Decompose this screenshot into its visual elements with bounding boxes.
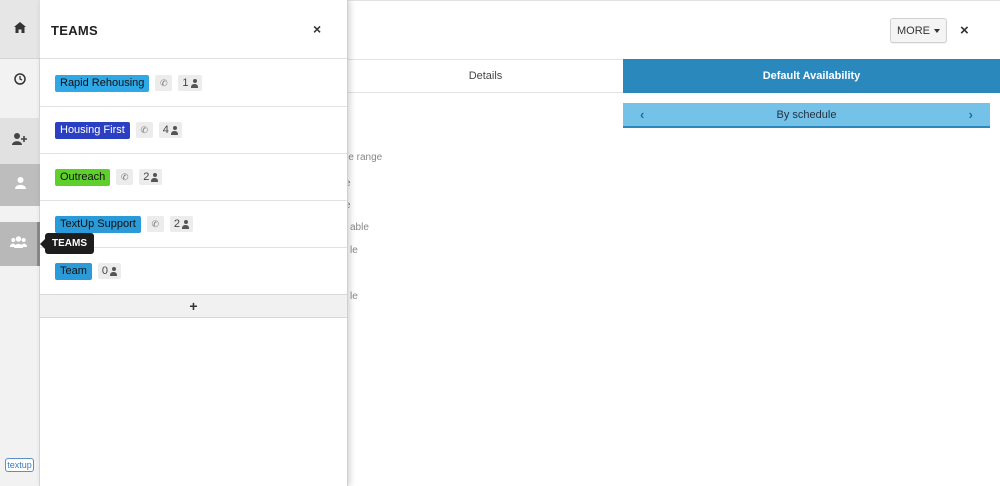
chevron-right-icon[interactable]: › — [969, 107, 973, 122]
member-count: 0 — [97, 263, 122, 279]
phone-icon[interactable]: ✆ — [116, 169, 134, 185]
nav-teams-button[interactable] — [0, 222, 40, 266]
member-count: 1 — [178, 75, 202, 91]
nav-add-contact-button[interactable] — [0, 118, 40, 164]
clock-icon — [14, 72, 26, 90]
nav-profile-button[interactable] — [0, 164, 40, 206]
member-count-value: 2 — [143, 171, 150, 183]
nav-home-button[interactable] — [0, 0, 40, 59]
teams-icon — [10, 235, 27, 253]
tab-details[interactable]: Details — [348, 60, 623, 92]
member-count-value: 0 — [101, 265, 109, 277]
textup-logo: textup — [5, 458, 34, 472]
partial-text: le — [350, 291, 358, 302]
more-button-label: MORE — [897, 24, 930, 37]
team-tag[interactable]: Rapid Rehousing — [55, 74, 150, 92]
phone-icon[interactable]: ✆ — [135, 122, 153, 138]
member-count: 4 — [158, 122, 182, 138]
team-row[interactable]: Housing First ✆ 4 — [40, 107, 347, 154]
member-count: 2 — [169, 216, 193, 232]
team-tag[interactable]: Housing First — [55, 121, 130, 139]
schedule-selector: ‹ By schedule › — [623, 103, 990, 128]
tab-default-availability[interactable]: Default Availability — [623, 59, 1000, 93]
team-row[interactable]: Outreach ✆ 2 — [40, 154, 347, 201]
caret-down-icon — [934, 28, 940, 33]
add-team-button[interactable]: + — [40, 294, 347, 318]
member-count: 2 — [139, 169, 163, 185]
person-icon — [151, 172, 159, 182]
phone-icon[interactable]: ✆ — [155, 75, 173, 91]
team-row[interactable]: Team 0 — [40, 248, 347, 295]
partial-text: le — [350, 245, 358, 256]
team-tag[interactable]: TextUp Support — [55, 215, 141, 233]
team-row[interactable]: Rapid Rehousing ✆ 1 — [40, 60, 347, 107]
user-icon — [14, 176, 26, 194]
nav-rail: textup — [0, 0, 40, 486]
person-icon — [110, 266, 118, 276]
add-user-icon — [12, 132, 28, 150]
member-count-value: 2 — [173, 218, 180, 230]
partial-text: able — [350, 222, 369, 233]
schedule-label: By schedule — [776, 108, 837, 121]
more-button[interactable]: MORE — [890, 18, 947, 43]
teams-tooltip: TEAMS — [40, 233, 94, 254]
main-close-button[interactable]: × — [960, 22, 969, 39]
person-icon — [190, 78, 198, 88]
phone-icon[interactable]: ✆ — [146, 216, 164, 232]
person-icon — [181, 219, 189, 229]
nav-recent-button[interactable] — [0, 59, 40, 103]
team-tag[interactable]: Team — [55, 262, 92, 280]
panel-title: TEAMS — [51, 23, 98, 38]
home-icon — [14, 20, 26, 38]
chevron-left-icon[interactable]: ‹ — [640, 107, 644, 122]
member-count-value: 1 — [182, 77, 189, 89]
close-icon[interactable]: × — [313, 21, 321, 37]
person-icon — [170, 125, 178, 135]
teams-panel-header: TEAMS × — [40, 0, 347, 59]
member-count-value: 4 — [162, 124, 169, 136]
team-tag[interactable]: Outreach — [55, 168, 111, 186]
